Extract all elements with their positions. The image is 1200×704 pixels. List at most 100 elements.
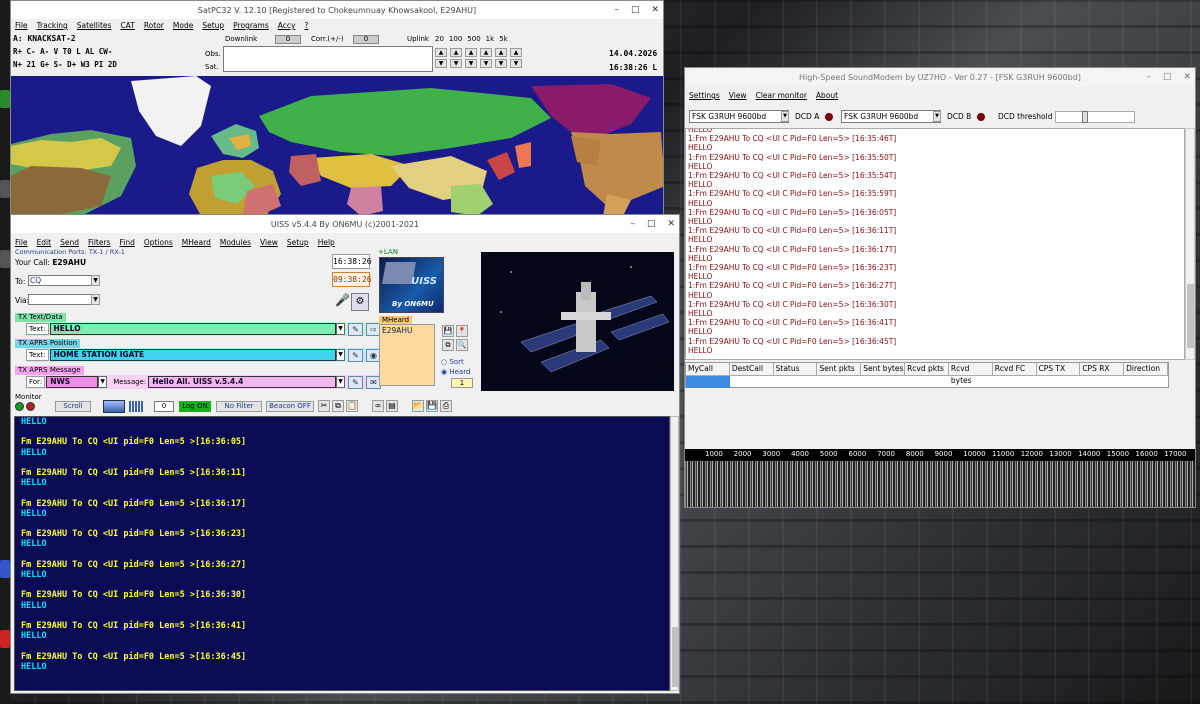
menu-options[interactable]: Options <box>144 236 173 249</box>
save-icon[interactable]: 💾 <box>442 325 454 337</box>
up-arrow-icon[interactable]: ▲ <box>480 48 492 57</box>
menu-accy[interactable]: Accy <box>278 19 296 32</box>
down-arrow-icon[interactable]: ▼ <box>465 59 477 68</box>
save-icon[interactable]: 💾 <box>426 400 438 412</box>
chevron-down-icon[interactable]: ▼ <box>781 111 789 122</box>
menu-satellites[interactable]: Satellites <box>77 19 112 32</box>
up-arrow-icon[interactable]: ▲ <box>435 48 447 57</box>
menu-cat[interactable]: CAT <box>120 19 134 32</box>
table-row[interactable] <box>686 376 730 388</box>
edit-icon[interactable]: ✎ <box>348 348 363 362</box>
taskbar-app-icon[interactable] <box>0 90 10 108</box>
edit-icon[interactable]: ✎ <box>348 322 363 336</box>
modem-a-select[interactable]: FSK G3RUH 9600bd <box>689 110 789 123</box>
monitor-output[interactable]: HELLO Fm E29AHU To CQ <UI pid=F0 Len=5 >… <box>14 416 670 691</box>
minimize-icon[interactable]: – <box>630 215 635 233</box>
log-on-button[interactable]: Log ON <box>179 401 211 412</box>
chevron-down-icon[interactable]: ▼ <box>98 376 108 388</box>
menu-clear-monitor[interactable]: Clear monitor <box>756 89 807 102</box>
binoculars-icon[interactable]: ∞ <box>372 400 384 412</box>
up-arrow-icon[interactable]: ▲ <box>450 48 462 57</box>
slider-thumb[interactable] <box>1082 111 1088 123</box>
menu-tracking[interactable]: Tracking <box>37 19 68 32</box>
chevron-down-icon[interactable]: ▼ <box>91 275 100 286</box>
step-1k-button[interactable]: 1k <box>486 35 495 43</box>
down-arrow-icon[interactable]: ▼ <box>435 59 447 68</box>
to-input[interactable]: CQ <box>28 275 92 286</box>
edit-icon[interactable]: ✎ <box>348 375 363 389</box>
down-arrow-icon[interactable]: ▼ <box>495 59 507 68</box>
print-icon[interactable]: ⎙ <box>440 400 452 412</box>
cut-icon[interactable]: ✂ <box>318 400 330 412</box>
via-input[interactable] <box>28 294 92 305</box>
maximize-icon[interactable]: □ <box>631 1 640 19</box>
maximize-icon[interactable]: □ <box>647 215 656 233</box>
copy-icon[interactable]: ⧉ <box>332 400 344 412</box>
copy-icon[interactable]: ⧉ <box>442 339 454 351</box>
close-icon[interactable]: ✕ <box>1183 68 1191 86</box>
menu-programs[interactable]: Programs <box>233 19 269 32</box>
menu-setup[interactable]: Setup <box>287 236 309 249</box>
dcd-threshold-slider[interactable] <box>1055 111 1135 123</box>
up-arrow-icon[interactable]: ▲ <box>495 48 507 57</box>
maximize-icon[interactable]: □ <box>1163 68 1172 86</box>
up-arrow-icon[interactable]: ▲ <box>510 48 522 57</box>
menu-view[interactable]: View <box>729 89 747 102</box>
pin-icon[interactable]: 📍 <box>456 325 468 337</box>
column-header-cps-rx[interactable]: CPS RX <box>1080 363 1125 375</box>
modem-b-select[interactable]: FSK G3RUH 9600bd <box>841 110 941 123</box>
close-icon[interactable]: ✕ <box>667 215 675 233</box>
log-scrollbar[interactable] <box>1185 128 1195 360</box>
down-arrow-icon[interactable]: ▼ <box>480 59 492 68</box>
monitor-screen-icon[interactable] <box>103 400 125 413</box>
menu-rotor[interactable]: Rotor <box>144 19 164 32</box>
clipboard-icon[interactable]: ▤ <box>386 400 398 412</box>
step-20-button[interactable]: 20 <box>435 35 444 43</box>
soundmodem-log[interactable]: HELLO 1:Fm E29AHU To CQ <UI C Pid=F0 Len=… <box>685 128 1185 360</box>
message-for-input[interactable]: NWS <box>46 376 99 388</box>
column-header-sent-pkts[interactable]: Sent pkts <box>817 363 862 375</box>
column-header-direction[interactable]: Direction <box>1124 363 1168 375</box>
column-header-mycall[interactable]: MyCall <box>686 363 730 375</box>
down-arrow-icon[interactable]: ▼ <box>510 59 522 68</box>
open-folder-icon[interactable]: 📂 <box>412 400 424 412</box>
settings-tools-icon[interactable]: ⚙ <box>351 293 369 311</box>
chevron-down-icon[interactable]: ▼ <box>91 294 100 305</box>
column-header-destcall[interactable]: DestCall <box>730 363 774 375</box>
menu-setup[interactable]: Setup <box>202 19 224 32</box>
microphone-icon[interactable]: 🎤 <box>335 293 350 311</box>
menu-settings[interactable]: Settings <box>689 89 720 102</box>
taskbar-app-icon[interactable] <box>0 250 10 268</box>
world-map[interactable] <box>11 76 663 214</box>
menu--[interactable]: ? <box>304 19 308 32</box>
tx-text-input[interactable]: HELLO <box>49 323 336 335</box>
mheard-list[interactable]: E29AHU <box>379 324 435 386</box>
column-header-rcvd-bytes[interactable]: Rcvd bytes <box>949 363 993 385</box>
menu-view[interactable]: View <box>260 236 278 249</box>
minimize-icon[interactable]: – <box>614 1 619 19</box>
step-5k-button[interactable]: 5k <box>499 35 508 43</box>
tx-position-input[interactable]: HOME STATION IGATE <box>49 349 336 361</box>
chevron-down-icon[interactable]: ▼ <box>933 111 941 122</box>
menu-file[interactable]: File <box>15 19 28 32</box>
column-header-sent-bytes[interactable]: Sent bytes <box>861 363 906 375</box>
column-header-rcvd-fc[interactable]: Rcvd FC <box>993 363 1037 375</box>
scroll-toggle[interactable]: Scroll <box>55 401 91 412</box>
waterfall-display[interactable] <box>685 461 1195 507</box>
menu-help[interactable]: Help <box>318 236 335 249</box>
message-text-input[interactable]: Hello All. UISS v.5.4.4 <box>148 376 336 388</box>
heard-radio[interactable]: ◉ Heard <box>441 368 470 376</box>
close-icon[interactable]: ✕ <box>651 1 659 19</box>
column-header-status[interactable]: Status <box>774 363 818 375</box>
menu-mode[interactable]: Mode <box>173 19 193 32</box>
scrollbar-thumb[interactable] <box>1187 284 1194 348</box>
taskbar-app-icon[interactable] <box>0 180 10 198</box>
beacon-off-button[interactable]: Beacon OFF <box>266 401 314 412</box>
chevron-down-icon[interactable]: ▼ <box>336 349 345 361</box>
down-arrow-icon[interactable]: ▼ <box>450 59 462 68</box>
chevron-down-icon[interactable]: ▼ <box>336 376 345 388</box>
step-500-button[interactable]: 500 <box>467 35 480 43</box>
taskbar-app-icon[interactable] <box>0 560 10 578</box>
scrollbar-thumb[interactable] <box>672 627 678 687</box>
sort-radio[interactable]: ○ Sort <box>441 358 464 366</box>
